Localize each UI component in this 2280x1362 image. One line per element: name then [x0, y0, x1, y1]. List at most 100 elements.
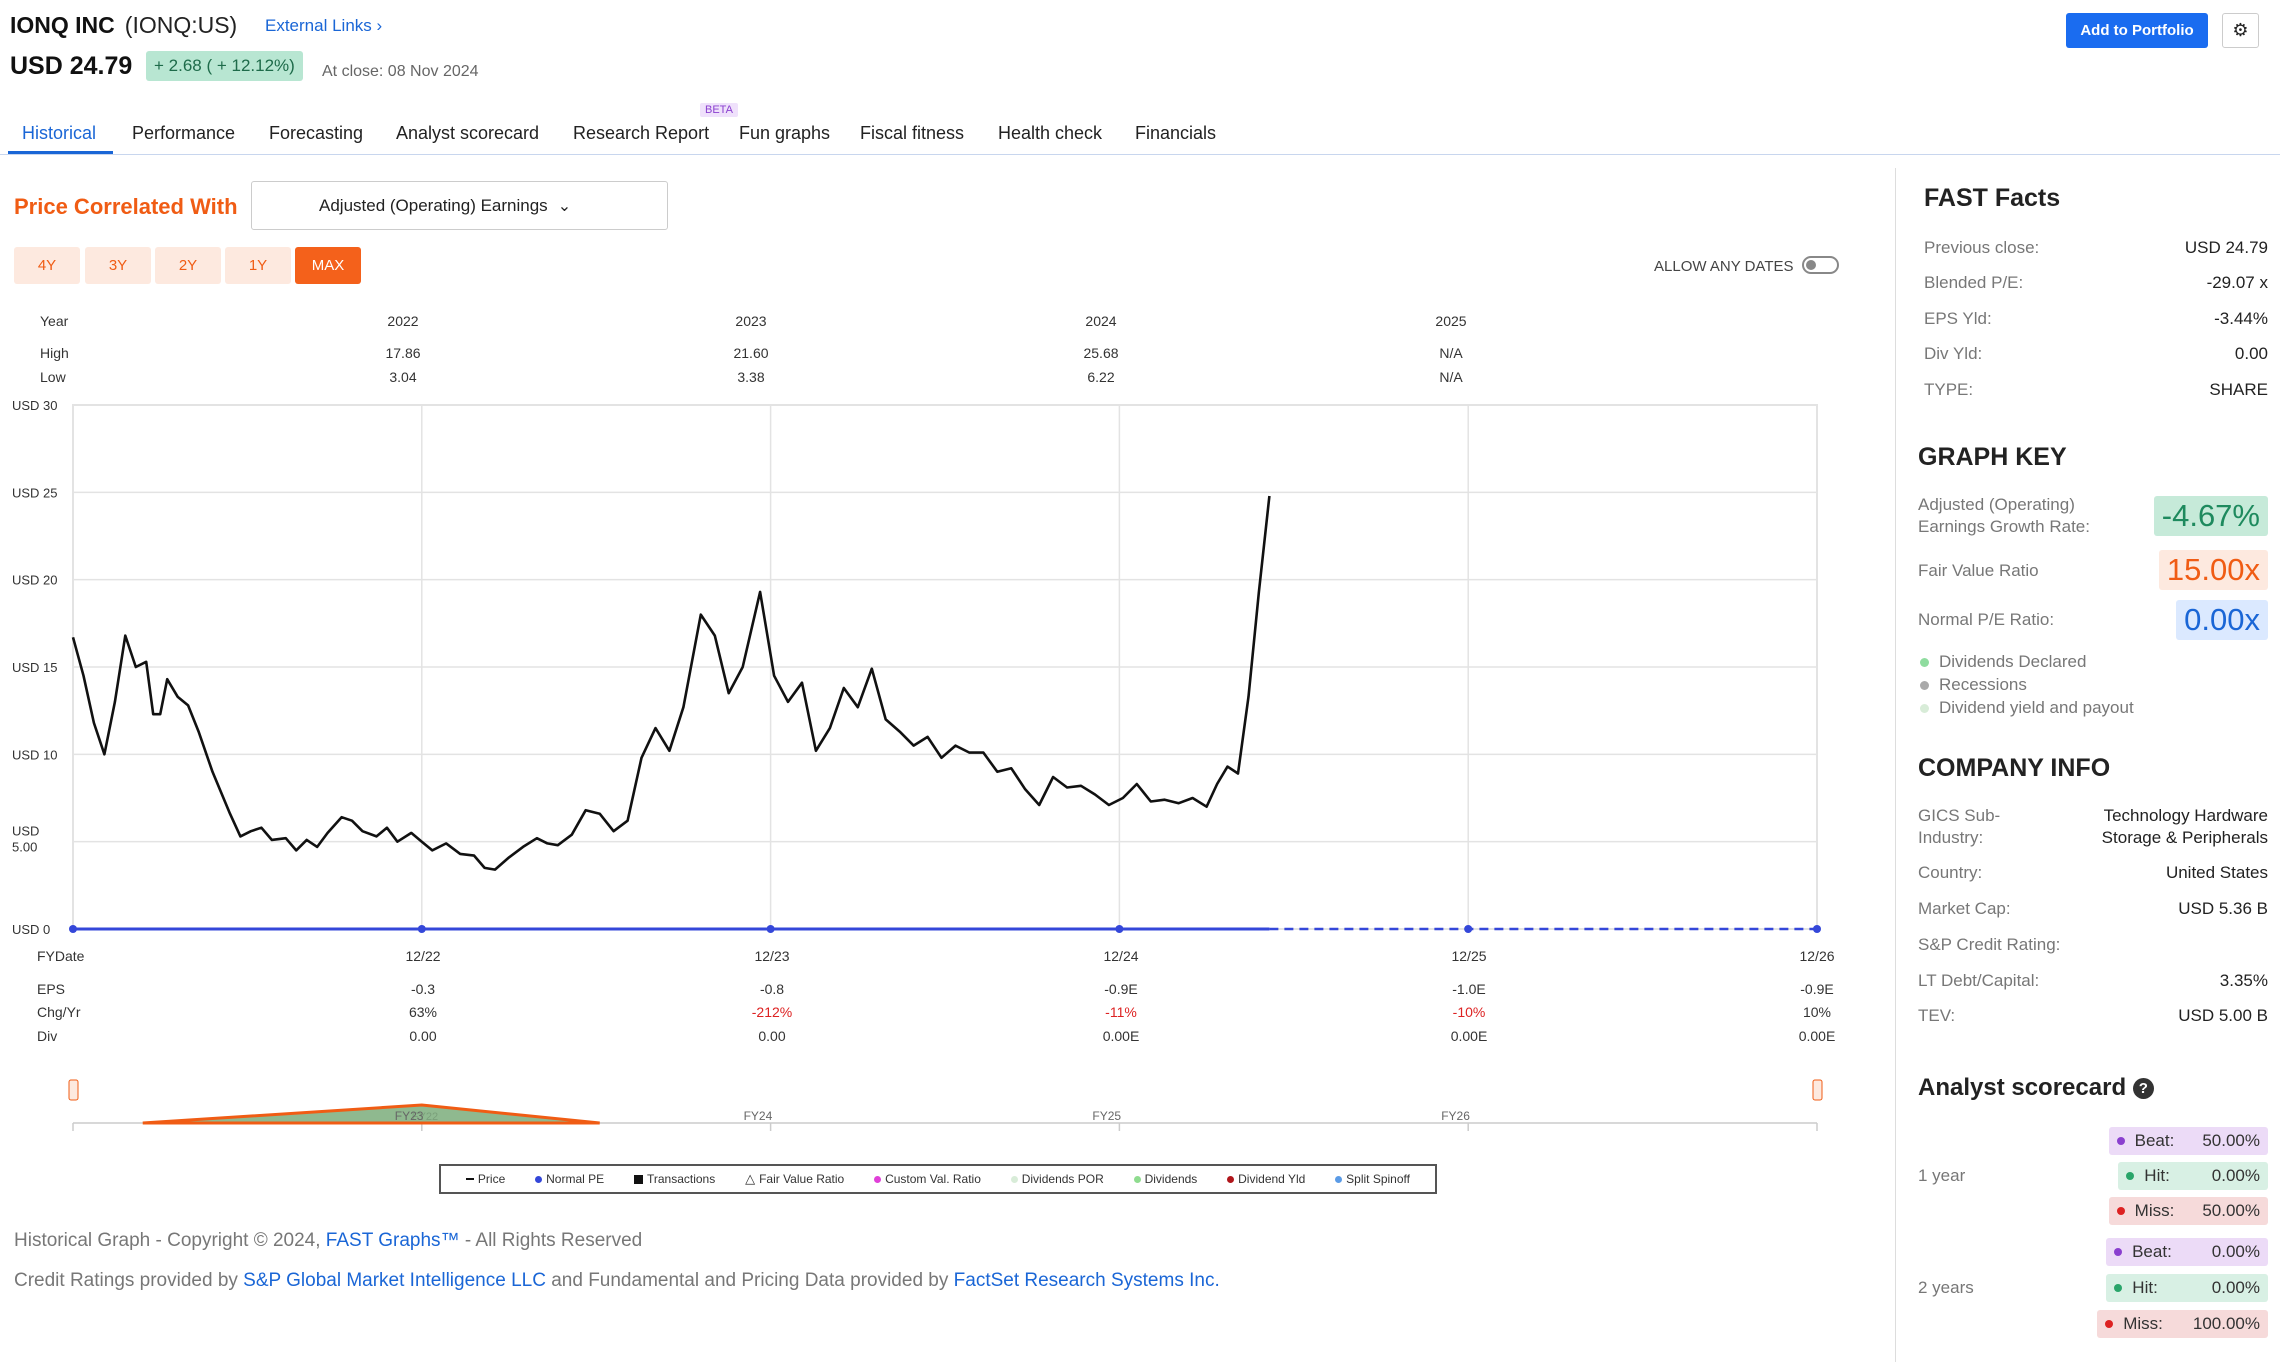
ci-label-credit-rating: S&P Credit Rating:	[1918, 935, 2061, 954]
fast-facts-title: FAST Facts	[1924, 184, 2061, 212]
hit-value: 0.00%	[2211, 1166, 2260, 1185]
legend-custom-val-ratio[interactable]: Custom Val. Ratio	[874, 1172, 981, 1186]
range-max-button[interactable]: MAX	[295, 247, 361, 284]
ci-value-market-cap: USD 5.36 B	[2178, 899, 2268, 918]
analyst-scorecard-title: Analyst scorecard ?	[1918, 1074, 2154, 1102]
metric-select[interactable]: Adjusted (Operating) Earnings ⌄	[251, 181, 668, 230]
legend-price[interactable]: Price	[465, 1172, 505, 1186]
allow-any-dates-toggle[interactable]	[1802, 256, 1839, 274]
tab-historical[interactable]: Historical	[22, 123, 96, 144]
fast-graphs-link[interactable]: FAST Graphs™	[326, 1230, 460, 1251]
y-tick-label: USD 30	[12, 398, 58, 413]
low-2024: 6.22	[1087, 369, 1115, 385]
normal-pe-badge: 0.00x	[2176, 600, 2268, 640]
ci-label-country: Country:	[1918, 863, 1983, 882]
fy-eps: -0.9E	[1104, 981, 1138, 997]
miss-label: Miss:	[2134, 1201, 2175, 1220]
legend-dividends[interactable]: Dividends	[1133, 1172, 1198, 1186]
normal-pe-point	[1813, 925, 1821, 933]
tab-fiscal-fitness[interactable]: Fiscal fitness	[860, 123, 964, 144]
range-handle-icon	[1812, 1079, 1823, 1101]
ff-value-prev-close: USD 24.79	[2184, 238, 2268, 257]
factset-link[interactable]: FactSet Research Systems Inc.	[954, 1270, 1220, 1291]
hit-label: Hit:	[2132, 1278, 2158, 1297]
y-tick-label: USD 10	[12, 747, 58, 762]
price-correlated-label: Price Correlated With	[14, 194, 238, 219]
tab-performance[interactable]: Performance	[132, 123, 235, 144]
fy-date: 12/26	[1799, 948, 1835, 964]
legend-custom-val-label: Custom Val. Ratio	[885, 1172, 981, 1186]
chart-lines	[69, 495, 1821, 933]
fy-div: 0.00E	[1798, 1028, 1836, 1044]
external-links[interactable]: External Links ›	[265, 16, 382, 36]
company-name: IONQ INC	[10, 12, 115, 38]
fy-date: 12/24	[1103, 948, 1139, 964]
toggle-knob	[1806, 260, 1816, 270]
range-3y-button[interactable]: 3Y	[85, 247, 151, 284]
add-to-portfolio-button[interactable]: Add to Portfolio	[2066, 13, 2208, 48]
scorecard-period-1y: 1 year	[1918, 1166, 1966, 1185]
range-4y-button[interactable]: 4Y	[14, 247, 80, 284]
y-tick-label: USD 5.00	[12, 824, 39, 855]
tab-financials[interactable]: Financials	[1135, 123, 1216, 144]
range-2y-button[interactable]: 2Y	[155, 247, 221, 284]
ff-label-eps-yld: EPS Yld:	[1924, 309, 1992, 328]
beat-value: 0.00%	[2211, 1242, 2260, 1261]
graph-key-title: GRAPH KEY	[1918, 443, 2067, 471]
dividends-dot-icon	[1133, 1175, 1141, 1183]
red-dot-icon	[2116, 1207, 2125, 1215]
chg-row-label: Chg/Yr	[37, 1004, 81, 1020]
scorecard-period-2y: 2 years	[1918, 1278, 1974, 1297]
split-spinoff-dot-icon	[1335, 1175, 1343, 1183]
year-2025: 2025	[1435, 313, 1467, 329]
fy-date: 12/23	[754, 948, 790, 964]
normal-pe-point	[766, 925, 775, 933]
legend-transactions[interactable]: Transactions	[633, 1172, 715, 1186]
legend-split-spinoff[interactable]: Split Spinoff	[1335, 1172, 1410, 1186]
tab-research-report[interactable]: Research Report	[573, 123, 709, 144]
tab-health-check[interactable]: Health check	[998, 123, 1102, 144]
legend-fair-value-ratio[interactable]: △ Fair Value Ratio	[745, 1171, 844, 1187]
legend-normal-pe[interactable]: Normal PE	[535, 1172, 604, 1186]
light-green-dot-icon	[1920, 703, 1929, 713]
key-dividend-yield[interactable]: Dividend yield and payout	[1920, 698, 2134, 718]
green-dot-icon	[1920, 657, 1929, 667]
range-1y-button[interactable]: 1Y	[225, 247, 291, 284]
fy-eps: -1.0E	[1452, 981, 1486, 997]
green-dot-icon	[2126, 1172, 2135, 1180]
tab-analyst-scorecard[interactable]: Analyst scorecard	[396, 123, 539, 144]
panel-divider	[1895, 168, 1896, 1362]
legend-dividends-label: Dividends	[1144, 1172, 1198, 1186]
mini-chart: FY22FY23 FY24 FY25 FY26	[68, 1079, 1823, 1131]
tab-fun-graphs[interactable]: Fun graphs	[739, 123, 830, 144]
help-icon[interactable]: ?	[2132, 1078, 2154, 1100]
high-2025: N/A	[1439, 345, 1463, 361]
y-tick-label: USD 20	[12, 573, 58, 588]
legend-dividend-yld[interactable]: Dividend Yld	[1227, 1172, 1305, 1186]
key-dividends-declared[interactable]: Dividends Declared	[1920, 652, 2086, 672]
beta-badge: BETA	[700, 103, 738, 117]
legend-dividends-por[interactable]: Dividends POR	[1010, 1172, 1104, 1186]
credits-line: Credit Ratings provided by S&P Global Ma…	[14, 1270, 1220, 1292]
year-row-label: Year	[40, 313, 69, 329]
ci-value-country: United States	[2165, 863, 2268, 882]
hit-label: Hit:	[2144, 1166, 2170, 1185]
price-chart[interactable]: USD 30 USD 25 USD 20 USD 15 USD 10 USD 5.00 USD…	[0, 390, 1880, 1150]
settings-button[interactable]: ⚙	[2222, 13, 2259, 48]
normal-pe-point	[1464, 925, 1473, 933]
fy-div: 0.00	[409, 1028, 437, 1044]
key-dividend-yield-label: Dividend yield and payout	[1939, 698, 2134, 717]
mini-earnings-area	[142, 1103, 600, 1125]
key-recessions[interactable]: Recessions	[1920, 675, 2027, 695]
ff-value-type: SHARE	[2209, 380, 2268, 399]
scorecard-1y-miss: Miss: 50.00%	[2108, 1197, 2268, 1225]
mini-fy-label: FY25	[1092, 1109, 1121, 1123]
allow-any-dates-label: ALLOW ANY DATES	[1654, 258, 1794, 275]
ff-value-blended-pe: -29.07 x	[2206, 273, 2268, 292]
sp-global-link[interactable]: S&P Global Market Intelligence LLC	[243, 1270, 546, 1291]
ci-label-lt-debt: LT Debt/Capital:	[1918, 971, 2040, 990]
y-tick-label: USD 15	[12, 660, 58, 675]
tab-forecasting[interactable]: Forecasting	[269, 123, 363, 144]
price-change-badge: + 2.68 ( + 12.12%)	[146, 51, 303, 81]
miss-value: 50.00%	[2202, 1201, 2260, 1220]
